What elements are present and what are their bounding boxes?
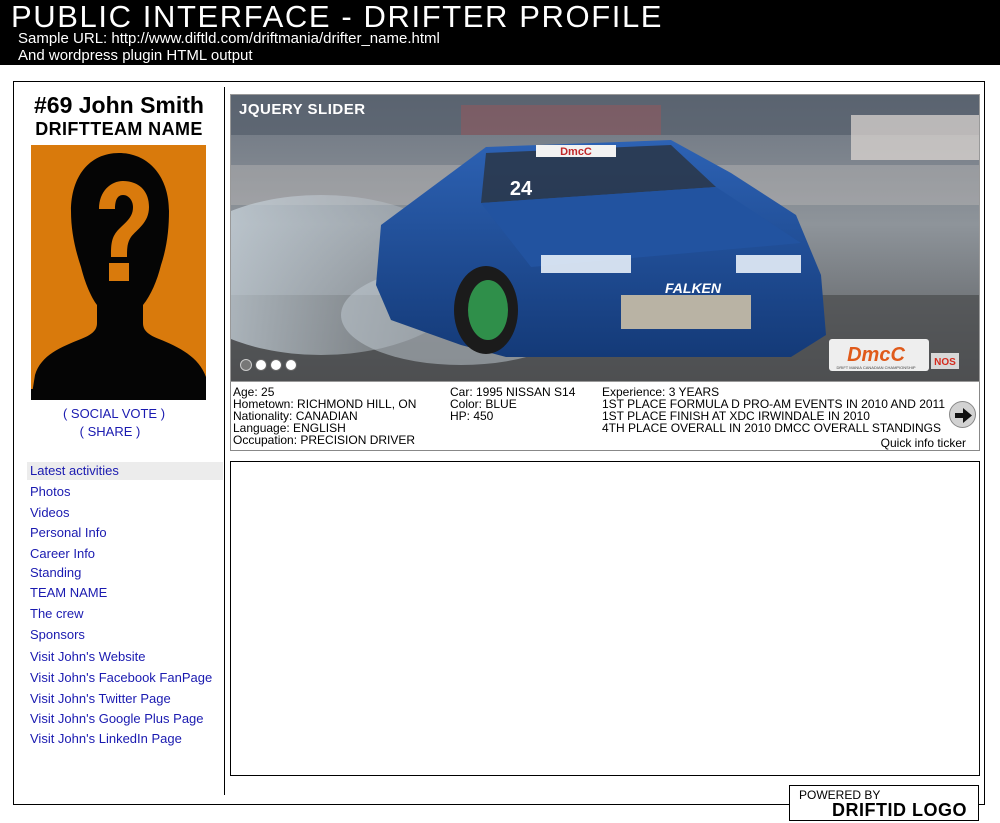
- dmcc-logo-subtext: DRIFT MANIA CANADIAN CHAMPIONSHIP: [836, 365, 915, 370]
- car-info-column: Car: 1995 NISSAN S14 Color: BLUE HP: 450: [450, 386, 575, 422]
- sample-url-text: Sample URL: http://www.diftld.com/driftm…: [18, 30, 440, 47]
- driftid-logo-text: DRIFTID LOGO: [832, 800, 967, 820]
- header-subtitle: And wordpress plugin HTML output: [18, 47, 253, 64]
- slider-dot-1[interactable]: [240, 359, 252, 371]
- activity-content-panel: [230, 461, 980, 776]
- slider-dot-2[interactable]: [255, 359, 267, 371]
- ticker-label: Quick info ticker: [880, 436, 966, 450]
- nav-item-standing[interactable]: Standing: [27, 564, 223, 582]
- slider-dot-4[interactable]: [285, 359, 297, 371]
- windshield-banner-text: DmcC: [560, 146, 592, 158]
- car-number: 24: [510, 178, 533, 200]
- nav-item-latest-activities[interactable]: Latest activities: [27, 462, 223, 480]
- experience-column: Experience: 3 YEARS 1ST PLACE FORMULA D …: [602, 386, 945, 434]
- info-occupation: Occupation: PRECISION DRIVER: [233, 433, 416, 447]
- quick-info-ticker: Age: 25 Hometown: RICHMOND HILL, ON Nati…: [230, 382, 980, 451]
- nav-item-sponsors[interactable]: Sponsors: [27, 626, 223, 644]
- arrow-right-icon: [955, 408, 972, 423]
- page-header: PUBLIC INTERFACE - DRIFTER PROFILE Sampl…: [0, 0, 1000, 65]
- share-link[interactable]: ( SHARE ): [10, 424, 210, 439]
- nav-item-facebook[interactable]: Visit John's Facebook FanPage: [27, 669, 223, 687]
- slider-photo: DmcC 24 FALKEN DmcC DRIFT MANIA CANADIAN…: [231, 95, 979, 381]
- ticker-next-button[interactable]: [949, 401, 976, 428]
- slider-dot-3[interactable]: [270, 359, 282, 371]
- personal-info-column: Age: 25 Hometown: RICHMOND HILL, ON Nati…: [233, 386, 416, 446]
- social-vote-link[interactable]: ( SOCIAL VOTE ): [14, 406, 214, 421]
- nav-item-career-info[interactable]: Career Info: [27, 545, 223, 563]
- nav-item-twitter[interactable]: Visit John's Twitter Page: [27, 690, 223, 708]
- nav-item-personal-info[interactable]: Personal Info: [27, 524, 223, 542]
- slider-pagination: [240, 359, 297, 371]
- image-slider[interactable]: DmcC 24 FALKEN DmcC DRIFT MANIA CANADIAN…: [230, 94, 980, 382]
- nav-item-google-plus[interactable]: Visit John's Google Plus Page: [27, 710, 223, 728]
- nav-item-the-crew[interactable]: The crew: [27, 605, 223, 623]
- info-hp: HP: 450: [450, 409, 494, 423]
- nav-item-team-name[interactable]: TEAM NAME: [27, 584, 223, 602]
- powered-by-logo[interactable]: POWERED BY DRIFTID LOGO: [789, 785, 979, 821]
- slider-label: JQUERY SLIDER: [239, 101, 366, 118]
- hood-sponsor-text: FALKEN: [665, 280, 722, 296]
- nav-item-videos[interactable]: Videos: [27, 504, 223, 522]
- nos-logo-text: NOS: [934, 357, 956, 368]
- unknown-person-icon: [31, 145, 206, 400]
- nav-item-website[interactable]: Visit John's Website: [27, 648, 223, 666]
- dmcc-logo-text: DmcC: [847, 344, 905, 366]
- drifter-name: #69 John Smith: [34, 92, 204, 118]
- info-achievement-3: 4TH PLACE OVERALL IN 2010 DMCC OVERALL S…: [602, 421, 941, 435]
- avatar-placeholder: [31, 145, 206, 400]
- nav-item-photos[interactable]: Photos: [27, 483, 223, 501]
- nav-item-linkedin[interactable]: Visit John's LinkedIn Page: [27, 730, 223, 748]
- column-divider: [224, 87, 225, 795]
- drift-team-name: DRIFTTEAM NAME: [35, 119, 203, 139]
